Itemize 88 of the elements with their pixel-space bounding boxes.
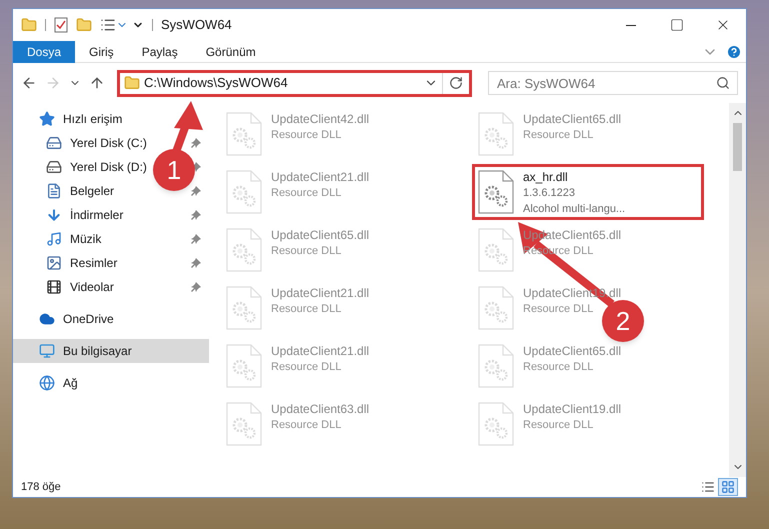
file-detail: Alcohol multi-langu...	[523, 202, 626, 217]
drive-icon	[46, 159, 62, 175]
dll-file-icon	[477, 227, 515, 273]
file-name: UpdateClient21.dll	[271, 285, 370, 301]
sidebar-item[interactable]: Ağ	[63, 376, 78, 390]
dll-file-icon	[225, 343, 263, 389]
file-name: UpdateClient42.dll	[271, 111, 370, 127]
search-icon	[716, 76, 730, 90]
dll-file-icon	[225, 227, 263, 273]
ribbon-tab[interactable]: Giriş	[75, 40, 128, 62]
pin-icon	[191, 186, 201, 196]
file-detail: Resource DLL	[271, 360, 342, 375]
file-detail: Resource DLL	[523, 302, 594, 317]
file-detail: Resource DLL	[523, 128, 594, 143]
file-detail: Resource DLL	[271, 128, 342, 143]
sidebar-item[interactable]: Videolar	[70, 280, 114, 294]
file-detail: Resource DLL	[271, 186, 342, 201]
sidebar-item[interactable]: Hızlı erişim	[63, 112, 122, 126]
sidebar-item[interactable]: Yerel Disk (C:)	[70, 136, 147, 150]
file-name: UpdateClient21.dll	[271, 169, 370, 185]
dll-file-icon	[477, 401, 515, 447]
file-detail: Resource DLL	[523, 360, 594, 375]
sidebar-item[interactable]: Resimler	[70, 256, 118, 270]
file-detail: 1.3.6.1223	[523, 186, 576, 201]
file-detail: Resource DLL	[271, 244, 342, 259]
address-path: C:\Windows\SysWOW64	[144, 74, 289, 92]
file-name: UpdateClient63.dll	[271, 401, 370, 417]
sidebar-item[interactable]: Yerel Disk (D:)	[70, 160, 147, 174]
dll-file-icon	[225, 169, 263, 215]
dll-file-icon	[477, 343, 515, 389]
details-list-icon	[701, 480, 715, 494]
sidebar-item[interactable]: Belgeler	[70, 184, 114, 198]
picture-icon	[46, 255, 62, 271]
folder-icon	[124, 75, 140, 91]
ribbon-tab[interactable]: Görünüm	[192, 40, 270, 62]
pin-icon	[191, 210, 201, 220]
maximize-icon	[670, 18, 684, 32]
monitor-icon	[39, 343, 55, 359]
minimize-icon	[626, 24, 636, 26]
pin-icon	[191, 282, 201, 292]
list-icon[interactable]	[100, 17, 116, 33]
grid-icon	[721, 480, 735, 494]
sidebar-item[interactable]: Müzik	[70, 232, 102, 246]
network-icon	[39, 375, 55, 391]
window-title: SysWOW64	[161, 16, 233, 34]
dll-file-icon	[225, 401, 263, 447]
cloud-icon	[39, 311, 55, 327]
ribbon-tab[interactable]: Dosya	[13, 40, 76, 62]
back-icon[interactable]	[21, 75, 37, 91]
file-name: UpdateClient65.dll	[523, 111, 622, 127]
sidebar-item[interactable]: Bu bilgisayar	[63, 344, 132, 358]
dll-file-icon	[477, 111, 515, 157]
large-icons-view-button[interactable]	[718, 478, 738, 496]
sidebar-item[interactable]: OneDrive	[63, 312, 114, 326]
file-detail: Resource DLL	[523, 418, 594, 433]
pin-icon	[191, 138, 201, 148]
file-name: UpdateClient65.dll	[271, 227, 370, 243]
film-icon	[46, 279, 62, 295]
dll-file-icon	[225, 111, 263, 157]
address-bar[interactable]: C:\Windows\SysWOW64	[117, 70, 472, 96]
item-count: 178 öğe	[21, 480, 62, 495]
file-name: UpdateClient65.dll	[523, 343, 622, 359]
up-icon[interactable]	[89, 75, 105, 91]
scrollbar[interactable]	[729, 103, 746, 477]
search-field[interactable]: Ara: SysWOW64	[488, 71, 738, 95]
file-name: ax_hr.dll	[523, 169, 569, 185]
dll-file-icon	[477, 169, 515, 215]
refresh-icon[interactable]	[449, 76, 463, 90]
pin-icon	[191, 234, 201, 244]
file-name: UpdateClient21.dll	[271, 343, 370, 359]
file-name: UpdateClient19.dll	[523, 401, 622, 417]
sidebar-item[interactable]: İndirmeler	[70, 208, 124, 222]
music-note-icon	[46, 231, 62, 247]
document-icon	[46, 183, 62, 199]
download-icon	[46, 207, 62, 223]
scroll-thumb[interactable]	[733, 123, 742, 171]
properties-icon[interactable]	[54, 17, 68, 33]
help-icon[interactable]	[726, 44, 742, 60]
file-tile[interactable]: ax_hr.dll 1.3.6.1223 Alcohol multi-langu...	[477, 169, 699, 215]
dll-file-icon	[225, 285, 263, 331]
file-detail: Resource DLL	[271, 418, 342, 433]
dll-file-icon	[477, 285, 515, 331]
selected-row-highlight[interactable]: Bu bilgisayar	[13, 339, 209, 363]
star-icon	[39, 111, 55, 127]
drive-icon	[46, 135, 62, 151]
ribbon-tab[interactable]: Paylaş	[128, 40, 192, 62]
file-detail: Resource DLL	[271, 302, 342, 317]
pin-icon	[191, 258, 201, 268]
